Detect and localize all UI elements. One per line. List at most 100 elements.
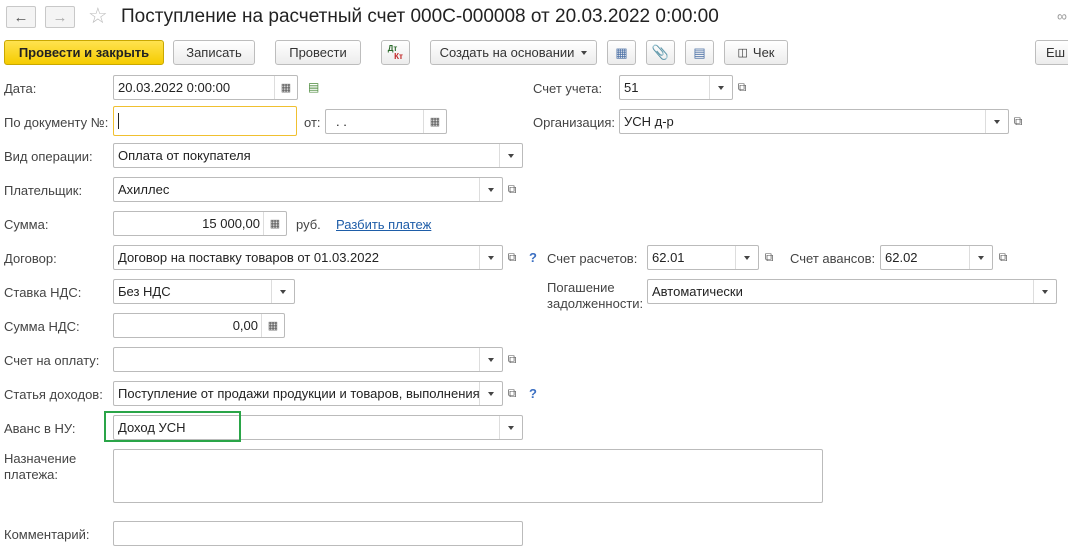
vat-rate-field[interactable]: Без НДС (113, 279, 295, 304)
page-title: Поступление на расчетный счет 000С-00000… (121, 6, 719, 27)
operation-type-field[interactable]: Оплата от покупателя (113, 143, 523, 168)
settlement-account-field[interactable]: 62.01 (647, 245, 759, 270)
dt-kt-button[interactable]: Дт Кт (381, 40, 410, 65)
debt-repayment-value: Автоматически (652, 284, 743, 299)
structure-button[interactable]: ▦ (607, 40, 636, 65)
vat-sum-label: Сумма НДС: (4, 319, 80, 334)
organization-field[interactable]: УСН д-р (619, 109, 1009, 134)
chevron-down-icon[interactable] (735, 246, 758, 269)
sum-field[interactable]: 15 000,00 ▦ (113, 211, 287, 236)
chevron-down-icon[interactable] (499, 416, 522, 439)
payer-value: Ахиллес (118, 182, 170, 197)
favorite-star-icon[interactable]: ☆ (88, 3, 108, 29)
kt-label: Кт (394, 52, 403, 61)
create-based-on-button[interactable]: Создать на основании (430, 40, 597, 65)
open-payer-icon[interactable]: ⧉ (502, 178, 522, 201)
doc-no-input[interactable] (113, 106, 297, 136)
open-organization-icon[interactable]: ⧉ (1008, 110, 1028, 133)
text-cursor (118, 113, 119, 129)
open-settlement-account-icon[interactable]: ⧉ (759, 246, 779, 269)
receipt-button[interactable]: ◫ Чек (724, 40, 788, 65)
date-value: 20.03.2022 0:00:00 (118, 80, 231, 95)
paperclip-icon: 📎 (651, 44, 670, 60)
invoice-field[interactable] (113, 347, 503, 372)
chevron-down-icon[interactable] (1033, 280, 1056, 303)
chevron-down-icon[interactable] (499, 144, 522, 167)
calculator-icon[interactable]: ▦ (261, 314, 284, 337)
chevron-down-icon[interactable] (709, 76, 732, 99)
operation-type-label: Вид операции: (4, 149, 93, 164)
arrow-left-icon: ← (13, 8, 29, 26)
advance-account-label: Счет авансов: (790, 251, 876, 266)
calendar-icon[interactable]: ▦ (423, 110, 446, 133)
link-icon[interactable]: ∞ (1057, 8, 1067, 24)
chevron-down-icon[interactable] (479, 382, 502, 405)
doc-no-label: По документу №: (4, 115, 109, 130)
open-invoice-icon[interactable]: ⧉ (502, 348, 522, 371)
income-item-field[interactable]: Поступление от продажи продукции и товар… (113, 381, 503, 406)
contract-label: Договор: (4, 251, 57, 266)
open-advance-account-icon[interactable]: ⧉ (993, 246, 1013, 269)
contract-value: Договор на поставку товаров от 01.03.202… (118, 250, 379, 265)
list-button[interactable]: ▤ (685, 40, 714, 65)
advance-account-field[interactable]: 62.02 (880, 245, 993, 270)
debt-repayment-field[interactable]: Автоматически (647, 279, 1057, 304)
date-field[interactable]: 20.03.2022 0:00:00 ▦ (113, 75, 298, 100)
chevron-down-icon[interactable] (969, 246, 992, 269)
calendar-icon[interactable]: ▦ (274, 76, 297, 99)
payment-purpose-label: Назначение платежа: (4, 451, 76, 483)
create-based-on-label: Создать на основании (439, 45, 575, 60)
open-income-item-icon[interactable]: ⧉ (502, 382, 522, 405)
from-label: от: (304, 115, 321, 130)
income-item-label: Статья доходов: (4, 387, 103, 402)
back-button[interactable]: ← (6, 6, 36, 28)
more-button[interactable]: Еш (1035, 40, 1068, 65)
attach-button[interactable]: 📎 (646, 40, 675, 65)
edit-date-icon[interactable]: ▤ (308, 80, 319, 94)
chevron-down-icon[interactable] (479, 246, 502, 269)
account-field[interactable]: 51 (619, 75, 733, 100)
advance-tax-label: Аванс в НУ: (4, 421, 76, 436)
calculator-icon[interactable]: ▦ (263, 212, 286, 235)
payer-label: Плательщик: (4, 183, 83, 198)
save-button[interactable]: Записать (173, 40, 255, 65)
organization-label: Организация: (533, 115, 616, 130)
arrow-right-icon: → (52, 8, 68, 26)
payment-purpose-label-line2: платежа: (4, 467, 58, 482)
comment-input[interactable] (113, 521, 523, 546)
chevron-down-icon (581, 50, 588, 55)
sum-value: 15 000,00 (202, 216, 260, 231)
date-label: Дата: (4, 81, 37, 96)
debt-repayment-label-line2: задолженности: (547, 296, 644, 311)
forward-button[interactable]: → (45, 6, 75, 28)
split-payment-link[interactable]: Разбить платеж (336, 217, 431, 232)
hierarchy-icon: ▦ (615, 44, 628, 60)
invoice-label: Счет на оплату: (4, 353, 100, 368)
payment-purpose-label-line1: Назначение (4, 451, 77, 466)
from-date-value: . . (336, 114, 347, 129)
payer-field[interactable]: Ахиллес (113, 177, 503, 202)
from-date-field[interactable]: . . ▦ (325, 109, 447, 134)
debt-repayment-label-line1: Погашение (547, 280, 615, 295)
operation-type-value: Оплата от покупателя (118, 148, 251, 163)
chevron-down-icon[interactable] (985, 110, 1008, 133)
vat-sum-field[interactable]: 0,00 ▦ (113, 313, 285, 338)
highlight-box (104, 411, 241, 442)
settlement-account-value: 62.01 (652, 250, 685, 265)
chevron-down-icon[interactable] (479, 348, 502, 371)
vat-rate-label: Ставка НДС: (4, 285, 82, 300)
payment-purpose-textarea[interactable] (113, 449, 823, 503)
open-contract-icon[interactable]: ⧉ (502, 246, 522, 269)
contract-field[interactable]: Договор на поставку товаров от 01.03.202… (113, 245, 503, 270)
post-button[interactable]: Провести (275, 40, 361, 65)
post-and-close-button[interactable]: Провести и закрыть (4, 40, 164, 65)
help-icon[interactable]: ? (529, 250, 537, 265)
document-list-icon: ▤ (693, 44, 706, 60)
chevron-down-icon[interactable] (479, 178, 502, 201)
sum-label: Сумма: (4, 217, 49, 232)
open-account-icon[interactable]: ⧉ (732, 76, 752, 99)
help-icon[interactable]: ? (529, 386, 537, 401)
organization-value: УСН д-р (624, 114, 674, 129)
chevron-down-icon[interactable] (271, 280, 294, 303)
income-item-value: Поступление от продажи продукции и товар… (118, 386, 479, 401)
